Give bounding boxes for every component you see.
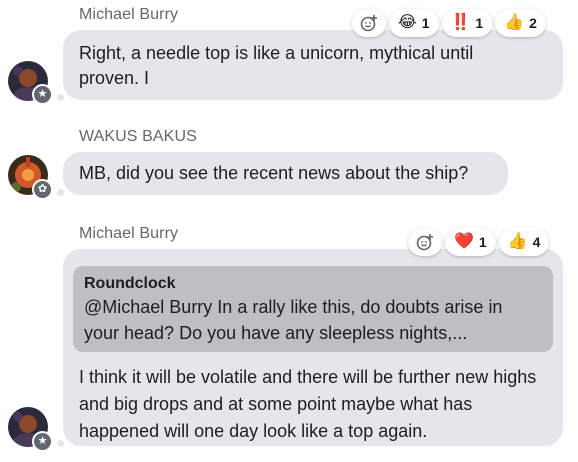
star-icon: ★	[32, 84, 53, 105]
laugh-emoji-icon: 😂	[398, 14, 417, 31]
reaction-count: 1	[475, 15, 484, 31]
add-reaction-button[interactable]	[352, 9, 386, 37]
reaction-bar: ❤️ 1 👍 4	[408, 228, 550, 256]
heart-reaction[interactable]: ❤️ 1	[445, 228, 496, 256]
sender-name[interactable]: WAKUS BAKUS	[79, 128, 197, 146]
reaction-count: 1	[478, 234, 487, 250]
bubble-tail	[57, 94, 64, 101]
add-reaction-button[interactable]	[408, 228, 442, 256]
thumbs-up-emoji-icon: 👍	[507, 233, 528, 250]
add-reaction-icon	[360, 15, 377, 32]
reaction-count: 4	[532, 234, 541, 250]
sender-name[interactable]: Michael Burry	[79, 225, 178, 243]
message-bubble[interactable]: Right, a needle top is like a unicorn, m…	[63, 30, 563, 100]
star-icon: ★	[32, 431, 53, 452]
reaction-count: 2	[529, 15, 537, 31]
laugh-reaction[interactable]: 😂 1	[389, 9, 439, 37]
flower-icon: ✿	[32, 179, 53, 200]
heart-emoji-icon: ❤️	[454, 233, 474, 250]
reaction-count: 1	[421, 15, 430, 31]
message-text: Right, a needle top is like a unicorn, m…	[79, 43, 474, 88]
bubble-tail	[57, 189, 64, 196]
thumbs-up-emoji-icon: 👍	[504, 14, 525, 31]
add-reaction-icon	[416, 234, 433, 251]
thumbs-up-reaction[interactable]: 👍 4	[498, 228, 550, 256]
quote-author: Roundclock	[84, 275, 176, 292]
message-text: I think it will be volatile and there wi…	[79, 367, 537, 441]
message-bubble[interactable]: MB, did you see the recent news about th…	[63, 152, 508, 195]
bubble-tail	[57, 440, 64, 447]
quoted-message[interactable]: Roundclock @Michael Burry In a rally lik…	[73, 266, 553, 352]
thumbs-up-reaction[interactable]: 👍 2	[495, 9, 546, 37]
quote-text: @Michael Burry In a rally like this, do …	[84, 297, 503, 343]
double-exclamation-emoji-icon: ‼️	[450, 14, 471, 31]
sender-name[interactable]: Michael Burry	[79, 6, 178, 24]
double-exclamation-reaction[interactable]: ‼️ 1	[441, 9, 493, 37]
message-bubble[interactable]: Roundclock @Michael Burry In a rally lik…	[63, 249, 563, 446]
reaction-bar: 😂 1 ‼️ 1 👍 2	[352, 9, 546, 37]
message-text: MB, did you see the recent news about th…	[79, 163, 469, 183]
